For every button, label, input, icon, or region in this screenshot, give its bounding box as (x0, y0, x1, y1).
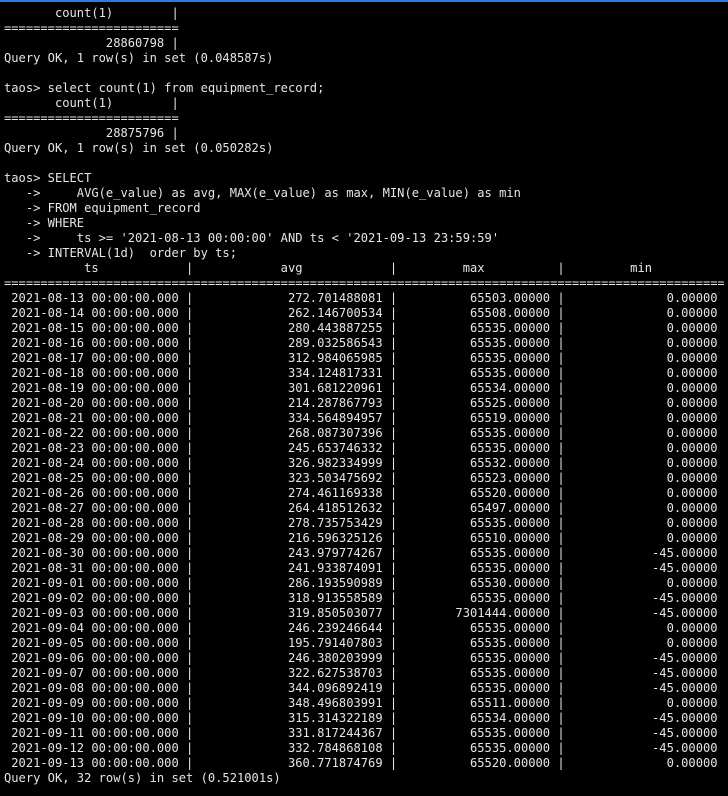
table-row: 2021-08-30 00:00:00.000 | 243.979774267 … (4, 546, 724, 560)
table-row: 2021-08-29 00:00:00.000 | 216.596325126 … (4, 531, 724, 545)
output-line: 28860798 | (4, 36, 179, 50)
table-row: 2021-08-28 00:00:00.000 | 278.735753429 … (4, 516, 724, 530)
table-row: 2021-08-19 00:00:00.000 | 301.681220961 … (4, 381, 724, 395)
table-row: 2021-08-14 00:00:00.000 | 262.146700534 … (4, 306, 724, 320)
continuation-line: -> INTERVAL(1d) order by ts; (4, 246, 237, 260)
table-row: 2021-09-10 00:00:00.000 | 315.314322189 … (4, 711, 724, 725)
output-line: 28875796 | (4, 126, 179, 140)
continuation-line: -> WHERE (4, 216, 85, 230)
table-header: ts | avg | max | min | (4, 261, 724, 275)
table-row: 2021-08-23 00:00:00.000 | 245.653746332 … (4, 441, 724, 455)
table-row: 2021-08-20 00:00:00.000 | 214.287867793 … (4, 396, 724, 410)
query-status-line: Query OK, 32 row(s) in set (0.521001s) (4, 771, 281, 785)
separator-line: ========================================… (4, 276, 724, 290)
table-row: 2021-09-05 00:00:00.000 | 195.791407803 … (4, 636, 724, 650)
table-row: 2021-09-06 00:00:00.000 | 246.380203999 … (4, 651, 724, 665)
table-row: 2021-09-02 00:00:00.000 | 318.913558589 … (4, 591, 724, 605)
table-row: 2021-09-07 00:00:00.000 | 322.627538703 … (4, 666, 724, 680)
table-row: 2021-09-04 00:00:00.000 | 246.239246644 … (4, 621, 724, 635)
table-row: 2021-08-13 00:00:00.000 | 272.701488081 … (4, 291, 724, 305)
table-row: 2021-09-09 00:00:00.000 | 348.496803991 … (4, 696, 724, 710)
table-row: 2021-08-31 00:00:00.000 | 241.933874091 … (4, 561, 724, 575)
continuation-line: -> FROM equipment_record (4, 201, 201, 215)
table-row: 2021-09-11 00:00:00.000 | 331.817244367 … (4, 726, 724, 740)
table-row: 2021-08-27 00:00:00.000 | 264.418512632 … (4, 501, 724, 515)
table-header: count(1) | (4, 6, 179, 20)
table-row: 2021-08-24 00:00:00.000 | 326.982334999 … (4, 456, 724, 470)
continuation-line: -> AVG(e_value) as avg, MAX(e_value) as … (4, 186, 521, 200)
table-row: 2021-09-12 00:00:00.000 | 332.784868108 … (4, 741, 724, 755)
table-row: 2021-08-21 00:00:00.000 | 334.564894957 … (4, 411, 724, 425)
table-row: 2021-09-03 00:00:00.000 | 319.850503077 … (4, 606, 724, 620)
table-row: 2021-08-26 00:00:00.000 | 274.461169338 … (4, 486, 724, 500)
table-row: 2021-08-15 00:00:00.000 | 280.443887255 … (4, 321, 724, 335)
terminal-output[interactable]: count(1) | ======================== 28860… (4, 6, 724, 786)
separator-line: ======================== (4, 21, 179, 35)
separator-line: ======================== (4, 111, 179, 125)
prompt-line: taos> SELECT (4, 171, 92, 185)
table-header: count(1) | (4, 96, 179, 110)
continuation-line: -> ts >= '2021-08-13 00:00:00' AND ts < … (4, 231, 500, 245)
query-status-line: Query OK, 1 row(s) in set (0.048587s) (4, 51, 274, 65)
table-row: 2021-08-17 00:00:00.000 | 312.984065985 … (4, 351, 724, 365)
prompt-line: taos> select count(1) from equipment_rec… (4, 81, 325, 95)
table-row: 2021-08-22 00:00:00.000 | 268.087307396 … (4, 426, 724, 440)
query-status-line: Query OK, 1 row(s) in set (0.050282s) (4, 141, 274, 155)
table-row: 2021-08-16 00:00:00.000 | 289.032586543 … (4, 336, 724, 350)
table-row: 2021-08-18 00:00:00.000 | 334.124817331 … (4, 366, 724, 380)
table-row: 2021-08-25 00:00:00.000 | 323.503475692 … (4, 471, 724, 485)
table-row: 2021-09-01 00:00:00.000 | 286.193590989 … (4, 576, 724, 590)
table-row: 2021-09-08 00:00:00.000 | 344.096892419 … (4, 681, 724, 695)
table-row: 2021-09-13 00:00:00.000 | 360.771874769 … (4, 756, 724, 770)
